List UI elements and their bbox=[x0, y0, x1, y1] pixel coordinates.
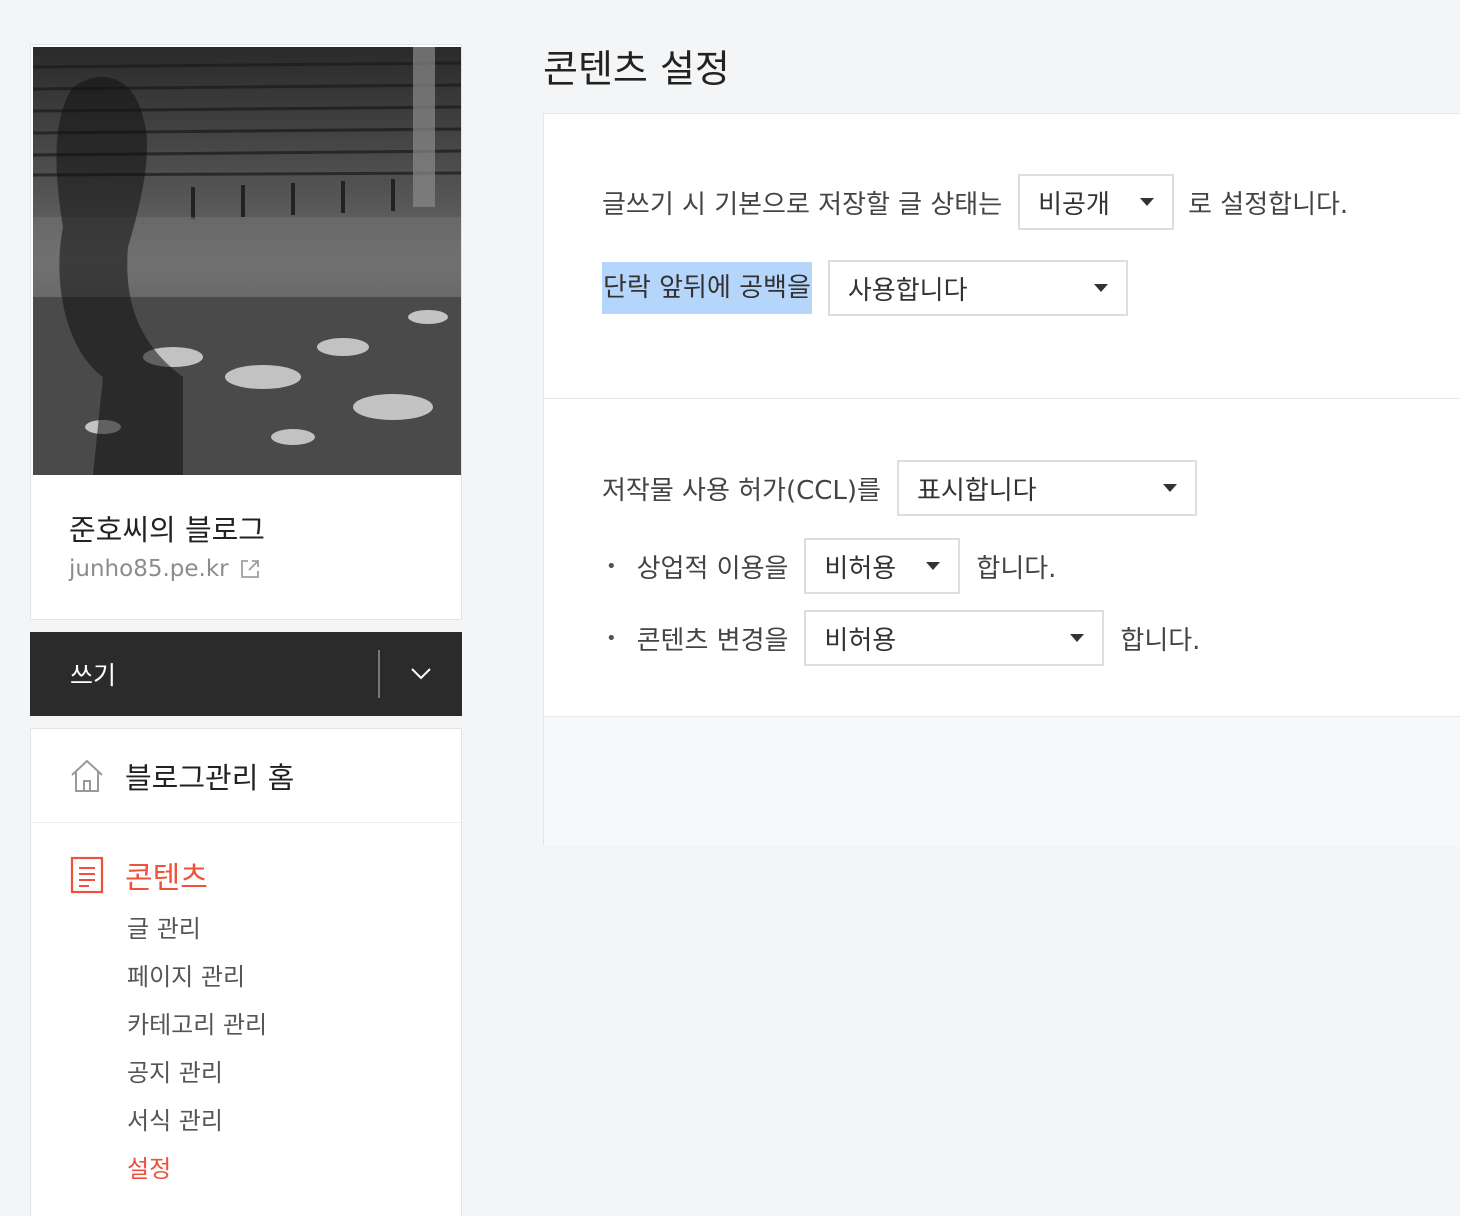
submenu-item-posts[interactable]: 글 관리 bbox=[127, 911, 267, 959]
ccl-select[interactable]: 표시합니다 bbox=[896, 460, 1197, 516]
dropdown-caret-icon bbox=[1070, 634, 1085, 642]
modification-suffix: 합니다. bbox=[1120, 625, 1201, 656]
chevron-down-icon bbox=[411, 668, 431, 680]
commercial-use-suffix: 합니다. bbox=[976, 553, 1057, 584]
cover-photo bbox=[33, 47, 461, 475]
write-button[interactable]: 쓰기 bbox=[30, 632, 378, 716]
dropdown-caret-icon bbox=[926, 562, 941, 570]
blog-cover-image[interactable] bbox=[33, 47, 461, 475]
submenu-item-categories[interactable]: 카테고리 관리 bbox=[127, 1007, 267, 1055]
ccl-value: 표시합니다 bbox=[916, 475, 1037, 506]
external-link-icon[interactable] bbox=[239, 558, 261, 580]
paragraph-spacing-value: 사용합니다 bbox=[847, 275, 968, 306]
blog-url-link[interactable]: junho85.pe.kr bbox=[69, 556, 261, 582]
ccl-label: 저작물 사용 허가(CCL)를 bbox=[602, 475, 881, 506]
default-status-value: 비공개 bbox=[1038, 189, 1110, 220]
submenu-item-pages[interactable]: 페이지 관리 bbox=[127, 959, 267, 1007]
commercial-use-select[interactable]: 비허용 bbox=[804, 538, 961, 594]
paragraph-spacing-select[interactable]: 사용합니다 bbox=[827, 260, 1128, 316]
bullet: • bbox=[606, 555, 617, 577]
write-dropdown-button[interactable] bbox=[380, 632, 462, 716]
modification-select[interactable]: 비허용 bbox=[804, 610, 1105, 666]
submenu-item-templates[interactable]: 서식 관리 bbox=[127, 1103, 267, 1151]
modification-label: 콘텐츠 변경을 bbox=[636, 625, 789, 656]
blog-url[interactable]: junho85.pe.kr bbox=[69, 556, 229, 582]
menu-section-contents[interactable]: 콘텐츠 bbox=[69, 853, 208, 897]
paragraph-spacing-label: 단락 앞뒤에 공백을 bbox=[602, 262, 812, 314]
document-icon bbox=[70, 856, 104, 894]
paragraph-spacing-row: 단락 앞뒤에 공백을 사용합니다 bbox=[602, 260, 1144, 316]
menu-home-label: 블로그관리 홈 bbox=[125, 760, 295, 795]
bullet: • bbox=[606, 627, 617, 649]
default-status-suffix: 로 설정합니다. bbox=[1188, 189, 1349, 220]
default-post-status-row: 글쓰기 시 기본으로 저장할 글 상태는 비공개 로 설정합니다. bbox=[602, 174, 1348, 230]
commercial-use-value: 비허용 bbox=[824, 553, 897, 584]
blog-name[interactable]: 준호씨의 블로그 bbox=[69, 507, 265, 549]
dropdown-caret-icon bbox=[1162, 484, 1177, 492]
ccl-row: 저작물 사용 허가(CCL)를 표시합니다 bbox=[602, 460, 1213, 516]
admin-menu: 블로그관리 홈 콘텐츠 글 관리 페이지 관리 카테고리 관리 공지 관리 서식… bbox=[30, 728, 462, 1216]
submenu-list: 글 관리 페이지 관리 카테고리 관리 공지 관리 서식 관리 설정 bbox=[127, 911, 267, 1199]
settings-panel: 글쓰기 시 기본으로 저장할 글 상태는 비공개 로 설정합니다. 단락 앞뒤에… bbox=[543, 113, 1460, 846]
section-divider bbox=[544, 398, 1460, 399]
dropdown-caret-icon bbox=[1140, 198, 1155, 206]
commercial-use-label: 상업적 이용을 bbox=[636, 553, 789, 584]
write-bar: 쓰기 bbox=[30, 632, 462, 716]
default-status-select[interactable]: 비공개 bbox=[1018, 174, 1175, 230]
panel-footer bbox=[544, 716, 1460, 846]
modification-value: 비허용 bbox=[824, 625, 897, 656]
blog-profile-card: 준호씨의 블로그 junho85.pe.kr bbox=[30, 44, 462, 620]
commercial-use-row: • 상업적 이용을 비허용 합니다. bbox=[602, 538, 1056, 594]
home-icon bbox=[71, 759, 103, 792]
menu-item-home[interactable]: 블로그관리 홈 bbox=[31, 729, 461, 823]
dropdown-caret-icon bbox=[1093, 284, 1108, 292]
submenu-item-settings[interactable]: 설정 bbox=[127, 1151, 267, 1199]
menu-section-label: 콘텐츠 bbox=[125, 861, 208, 896]
default-status-label: 글쓰기 시 기본으로 저장할 글 상태는 bbox=[602, 189, 1003, 220]
modification-row: • 콘텐츠 변경을 비허용 합니다. bbox=[602, 610, 1200, 666]
page-title: 콘텐츠 설정 bbox=[543, 47, 730, 91]
submenu-item-notices[interactable]: 공지 관리 bbox=[127, 1055, 267, 1103]
